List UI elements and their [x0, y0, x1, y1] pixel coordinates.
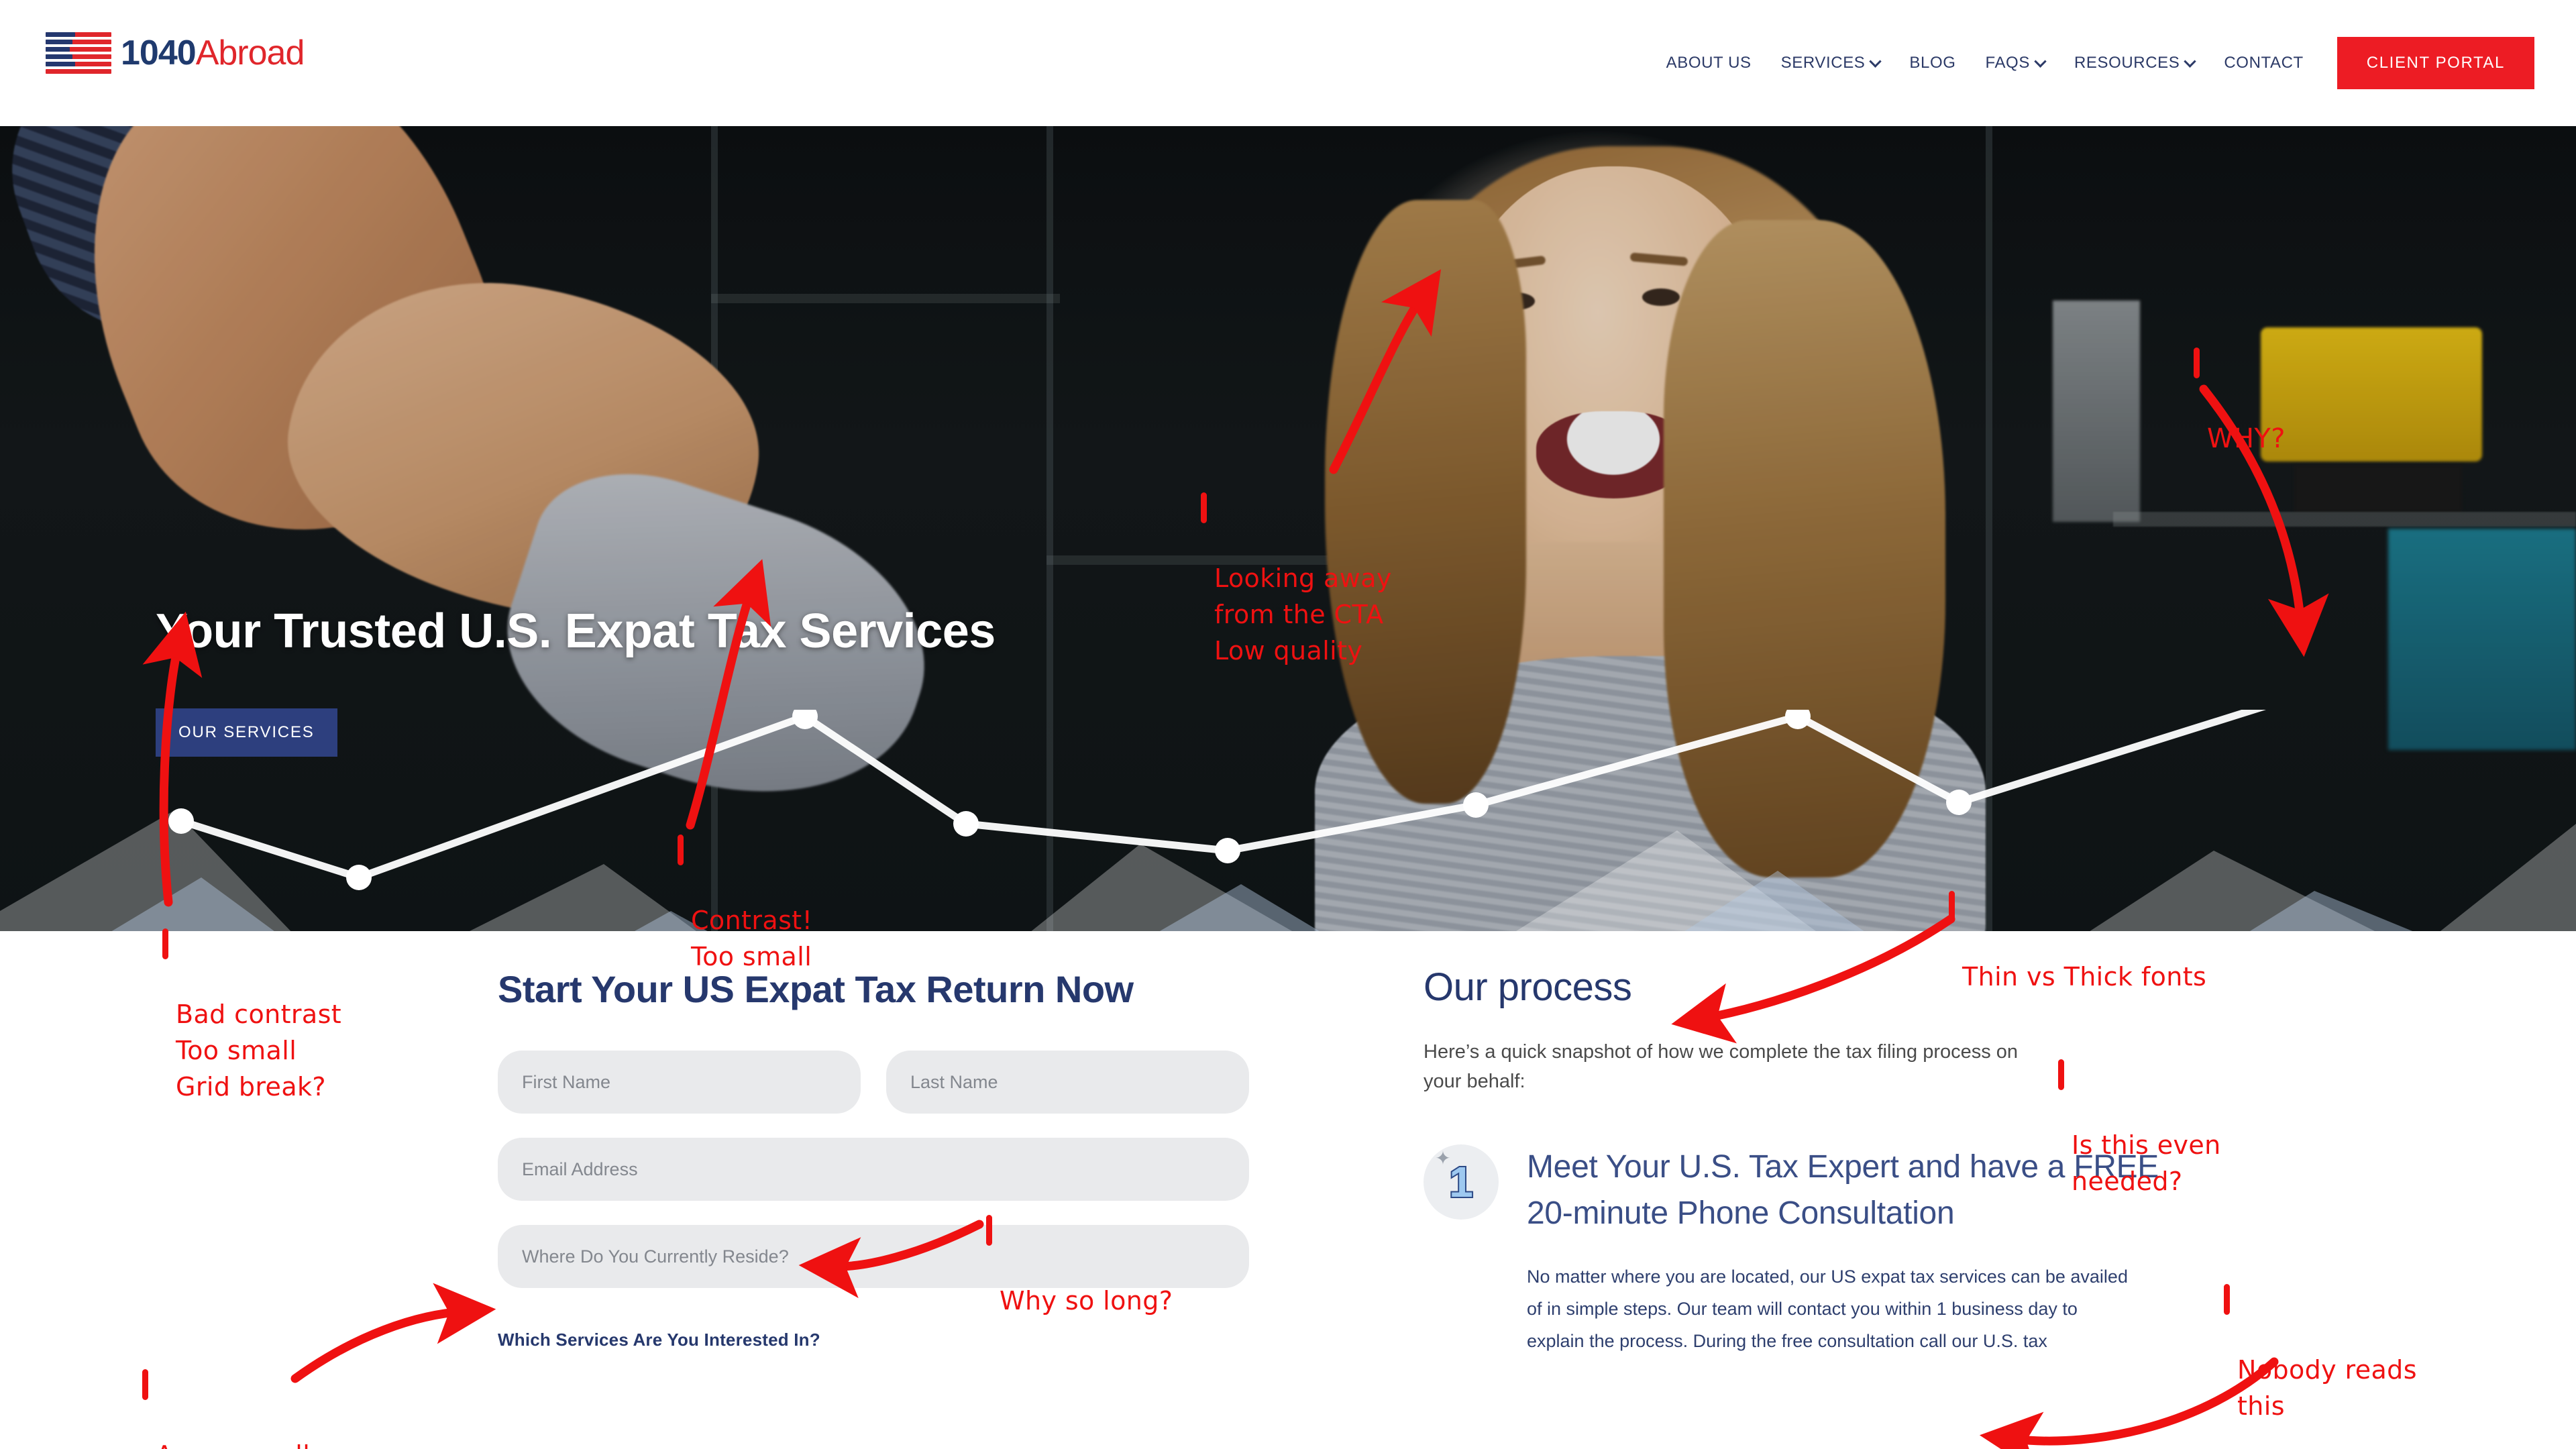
- annotation-bar: [2194, 347, 2200, 378]
- annotation-why-so-long: Why so long?: [986, 1211, 1173, 1320]
- annotation-bad-contrast: Bad contrast Too small Grid break?: [162, 924, 342, 1106]
- annotation-bar: [142, 1369, 148, 1400]
- annotation-text: Contrast! Too small: [691, 905, 813, 971]
- services-question-label: Which Services Are You Interested In?: [498, 1330, 820, 1350]
- annotation-text: Why so long?: [1000, 1285, 1173, 1316]
- process-step-1: ✦ 1 Meet Your U.S. Tax Expert and have a…: [1424, 1144, 2159, 1357]
- primary-navigation: ABOUT US SERVICES BLOG FAQS RESOURCES CO…: [1652, 0, 2576, 126]
- nav-label: ABOUT US: [1666, 54, 1752, 72]
- nav-label: FAQS: [1985, 54, 2030, 72]
- annotation-text: Nobody reads this: [2237, 1354, 2417, 1421]
- annotation-text: Thin vs Thick fonts: [1962, 961, 2207, 991]
- step-number: 1: [1448, 1158, 1474, 1206]
- annotation-bar: [2224, 1284, 2230, 1315]
- annotation-bar: [986, 1215, 992, 1246]
- hero-our-services-button[interactable]: OUR SERVICES: [156, 708, 337, 757]
- annotation-text: Looking away from the CTA Low quality: [1214, 563, 1392, 665]
- nav-label: SERVICES: [1780, 54, 1866, 72]
- nav-label: BLOG: [1909, 54, 1956, 72]
- nav-item-contact[interactable]: CONTACT: [2209, 54, 2318, 72]
- nav-item-services[interactable]: SERVICES: [1766, 54, 1895, 72]
- first-name-input[interactable]: [498, 1051, 861, 1114]
- annotation-bar: [2058, 1059, 2064, 1090]
- annotation-text: Bad contrast Too small Grid break?: [176, 999, 342, 1102]
- annotation-thin-vs-thick: Thin vs Thick fonts: [1949, 887, 2207, 996]
- nav-item-faqs[interactable]: FAQS: [1971, 54, 2059, 72]
- annotation-text: Is this even needed?: [2072, 1130, 2221, 1196]
- annotation-looking-away: Looking away from the CTA Low quality: [1201, 488, 1392, 669]
- page-root: 1040Abroad ABOUT US SERVICES BLOG FAQS R…: [0, 0, 2576, 1449]
- annotation-text: Are we really going with a form?: [156, 1440, 398, 1449]
- flag-logo-icon: [46, 32, 111, 74]
- annotation-bar: [162, 928, 168, 959]
- logo-text-secondary: Abroad: [195, 34, 305, 72]
- step-description: No matter where you are located, our US …: [1527, 1267, 2128, 1352]
- annotation-bar: [678, 835, 684, 865]
- name-fields-row: [498, 1051, 1249, 1114]
- process-subtitle: Here’s a quick snapshot of how we comple…: [1424, 1041, 2019, 1092]
- nav-item-resources[interactable]: RESOURCES: [2059, 54, 2209, 72]
- hero-title: Your Trusted U.S. Expat Tax Services: [156, 604, 996, 658]
- annotation-bar: [1949, 891, 1955, 922]
- annotation-bar: [1201, 492, 1207, 523]
- chevron-down-icon: [2184, 54, 2197, 68]
- step-number-badge: ✦ 1: [1424, 1144, 1499, 1220]
- form-title: Start Your US Expat Tax Return Now: [498, 968, 1134, 1010]
- site-logo[interactable]: 1040Abroad: [46, 32, 305, 74]
- our-process-section: Our process Here’s a quick snapshot of h…: [1424, 965, 2159, 1357]
- nav-label: CONTACT: [2224, 54, 2304, 72]
- annotation-contrast-too-small: Contrast! Too small: [678, 830, 813, 975]
- nav-label: RESOURCES: [2074, 54, 2180, 72]
- logo-wordmark: 1040Abroad: [121, 34, 305, 72]
- last-name-input[interactable]: [886, 1051, 1249, 1114]
- nav-item-blog[interactable]: BLOG: [1894, 54, 1970, 72]
- email-input[interactable]: [498, 1138, 1249, 1201]
- chevron-down-icon: [2034, 54, 2047, 68]
- annotation-are-we-form: Are we really going with a form?: [142, 1365, 398, 1449]
- annotation-text: WHY?: [2207, 423, 2286, 454]
- nav-item-about-us[interactable]: ABOUT US: [1652, 54, 1766, 72]
- site-header: 1040Abroad ABOUT US SERVICES BLOG FAQS R…: [0, 0, 2576, 126]
- annotation-is-this-needed: Is this even needed?: [2058, 1055, 2221, 1200]
- client-portal-button[interactable]: CLIENT PORTAL: [2337, 37, 2534, 89]
- logo-text-primary: 1040: [121, 34, 197, 72]
- chevron-down-icon: [1869, 54, 1882, 68]
- annotation-nobody-reads: Nobody reads this: [2224, 1280, 2417, 1425]
- annotation-why: WHY?: [2194, 343, 2286, 458]
